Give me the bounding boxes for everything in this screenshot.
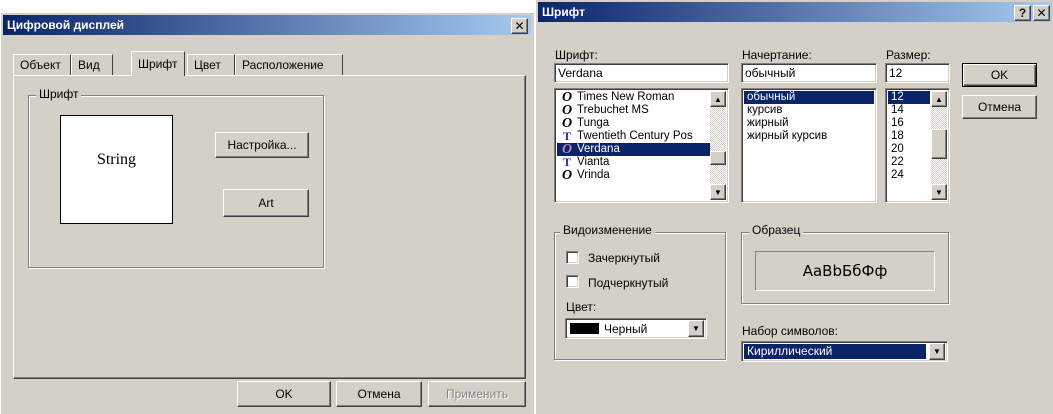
size-list[interactable]: 12 14 16 18 20 22 24 ▲ ▼ xyxy=(885,88,950,203)
strikeout-checkbox[interactable] xyxy=(566,251,579,264)
preview-text: String xyxy=(96,150,137,168)
scroll-down-arrow-icon[interactable]: ▼ xyxy=(931,184,947,200)
charset-label: Набор символов: xyxy=(742,324,839,338)
dropdown-arrow-icon[interactable]: ▼ xyxy=(929,343,945,360)
tab-layout[interactable]: Расположение xyxy=(235,54,343,75)
underline-label[interactable]: Подчеркнутый xyxy=(588,276,668,290)
cancel-button[interactable]: Отмена xyxy=(962,95,1037,119)
style-input[interactable]: обычный xyxy=(741,63,877,83)
underline-checkbox[interactable] xyxy=(566,275,579,288)
list-item[interactable]: O Vrinda xyxy=(557,168,710,183)
close-icon: ✕ xyxy=(514,19,525,33)
close-button[interactable]: ✕ xyxy=(1033,5,1050,21)
list-item[interactable]: курсив xyxy=(744,104,874,117)
style-list[interactable]: обычный курсив жирный жирный курсив xyxy=(741,88,877,203)
list-item[interactable]: T Vianta xyxy=(557,156,710,169)
style-label: Начертание: xyxy=(742,48,812,62)
sample-preview: AaBbБбФф xyxy=(755,251,935,291)
list-item[interactable]: 16 xyxy=(888,117,930,130)
cancel-button[interactable]: Отмена xyxy=(336,381,422,407)
scroll-up-arrow-icon[interactable]: ▲ xyxy=(710,91,726,107)
sample-text: AaBbБбФф xyxy=(802,262,888,280)
dialog-title: Цифровой дисплей xyxy=(7,18,124,32)
list-item[interactable]: 18 xyxy=(888,130,930,143)
list-item[interactable]: O Times New Roman xyxy=(557,91,710,105)
font-name-input[interactable]: Verdana xyxy=(554,63,729,83)
dropdown-arrow-icon[interactable]: ▼ xyxy=(688,320,704,337)
apply-button[interactable]: Применить xyxy=(428,381,526,407)
color-label: Цвет: xyxy=(566,300,597,314)
digital-display-dialog: Цифровой дисплей ✕ Объект Вид Шрифт Цвет… xyxy=(0,12,534,414)
scroll-thumb[interactable] xyxy=(931,129,947,159)
tab-object[interactable]: Объект xyxy=(13,54,71,75)
list-item[interactable]: 24 xyxy=(888,169,930,182)
tab-font[interactable]: Шрифт xyxy=(131,51,185,76)
tab-color[interactable]: Цвет xyxy=(187,54,235,75)
scroll-down-arrow-icon[interactable]: ▼ xyxy=(710,184,726,200)
art-button[interactable]: Art xyxy=(223,189,309,217)
close-icon: ✕ xyxy=(1036,6,1047,20)
list-item-selected[interactable]: O Verdana xyxy=(557,143,710,157)
setup-button[interactable]: Настройка... xyxy=(215,132,309,158)
tab-strip: Объект Вид Шрифт Цвет Расположение xyxy=(13,51,528,76)
list-item[interactable]: жирный курсив xyxy=(744,130,874,143)
effects-group-label: Видоизменение xyxy=(560,223,655,237)
list-item[interactable]: O Trebuchet MS xyxy=(557,104,710,118)
color-value: Черный xyxy=(604,322,648,336)
title-bar[interactable]: Шрифт xyxy=(538,2,1052,22)
ok-button[interactable]: OK xyxy=(237,381,331,407)
font-group-label: Шрифт xyxy=(36,87,82,101)
color-select[interactable]: Черный ▼ xyxy=(565,318,707,339)
font-dialog: Шрифт ? ✕ Шрифт: Verdana O Times New Roma… xyxy=(535,0,1053,414)
tab-panel: Шрифт String Настройка... Art xyxy=(13,75,526,379)
color-swatch xyxy=(570,323,599,334)
list-item[interactable]: 14 xyxy=(888,104,930,117)
list-item[interactable]: T Twentieth Century Pos xyxy=(557,130,710,143)
font-preview-box: String xyxy=(60,115,173,224)
charset-value: Кириллический xyxy=(747,344,833,358)
opentype-font-icon: O xyxy=(561,168,573,183)
sample-group-label: Образец xyxy=(749,223,804,237)
help-icon: ? xyxy=(1018,6,1027,20)
font-list[interactable]: O Times New Roman O Trebuchet MS O Tunga TT… xyxy=(554,88,729,203)
ok-button[interactable]: OK xyxy=(962,63,1037,87)
list-item-selected[interactable]: 12 xyxy=(888,91,930,104)
title-bar[interactable]: Цифровой дисплей xyxy=(3,15,531,35)
list-item[interactable]: 20 xyxy=(888,143,930,156)
charset-value-highlight: Кириллический xyxy=(744,344,926,359)
close-button[interactable]: ✕ xyxy=(511,18,528,34)
list-item[interactable]: жирный xyxy=(744,117,874,130)
size-label: Размер: xyxy=(886,48,931,62)
help-button[interactable]: ? xyxy=(1014,5,1031,21)
dialog-title: Шрифт xyxy=(542,5,585,19)
scroll-up-arrow-icon[interactable]: ▲ xyxy=(931,91,947,107)
size-input[interactable]: 12 xyxy=(885,63,950,83)
strikeout-label[interactable]: Зачеркнутый xyxy=(588,251,660,265)
charset-select[interactable]: Кириллический ▼ xyxy=(741,341,948,362)
list-item[interactable]: O Tunga xyxy=(557,117,710,131)
tab-view[interactable]: Вид xyxy=(71,54,113,75)
list-item[interactable]: 22 xyxy=(888,156,930,169)
font-label: Шрифт: xyxy=(555,48,598,62)
list-item-selected[interactable]: обычный xyxy=(744,91,874,104)
scroll-thumb[interactable] xyxy=(710,151,726,165)
